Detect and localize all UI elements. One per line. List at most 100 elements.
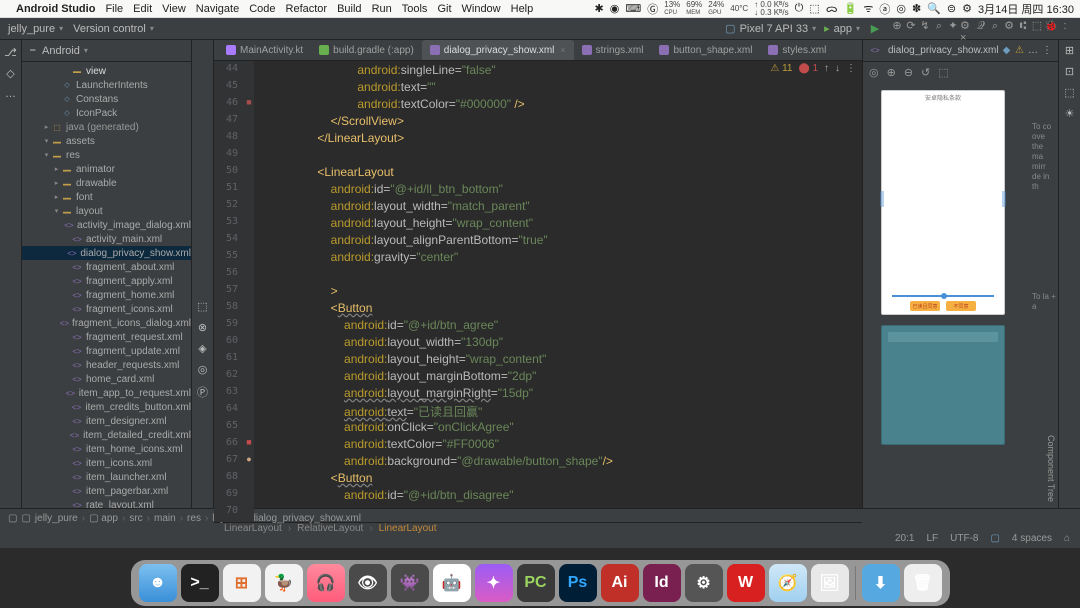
tree-item-java--generated-[interactable]: ▸java (generated) [22,120,191,134]
menu-help[interactable]: Help [511,3,534,15]
close-icon[interactable]: × [560,45,565,55]
tree-item-fragment-about-xml[interactable]: fragment_about.xml [22,260,191,274]
menu-build[interactable]: Build [337,3,361,15]
tree-item-item-launcher-xml[interactable]: item_launcher.xml [22,470,191,484]
gutter-icon[interactable]: ◇ [6,67,14,80]
tree-item-res[interactable]: ▾res [22,148,191,162]
tab-button-shape-xml[interactable]: button_shape.xml [651,40,760,60]
toolbar-icon[interactable]: ⌕ [932,20,946,34]
menubar-icon[interactable]: ⬚ [809,2,819,15]
sidebar-view-selector[interactable]: Android [42,45,88,57]
menu-file[interactable]: File [105,3,123,15]
tree-item-view[interactable]: view [22,64,191,78]
tree-item-item-detailed-credit-xml[interactable]: item_detailed_credit.xml [22,428,191,442]
menubar-icon[interactable]: ◎ [896,2,906,15]
tree-item-dialog-privacy-show-xml[interactable]: dialog_privacy_show.xml [22,246,191,260]
menu-code[interactable]: Code [249,3,275,15]
menubar-icon[interactable]: ᯤ [863,1,873,16]
dock-app[interactable]: 🖼 [811,564,849,602]
menubar-icon[interactable]: 🔋 [844,2,858,15]
dock-app[interactable]: 👁 [349,564,387,602]
gutter-icon[interactable]: ◎ [198,363,208,376]
toolbar-icon[interactable]: ✦ [946,19,960,33]
toolbar-icon[interactable]: ⑆ [1016,19,1030,33]
toolbar-icon[interactable]: ⊕ [890,19,904,33]
status-icon[interactable]: Ⓖ [647,1,658,17]
crumb-linearlayout[interactable]: LinearLayout [224,523,282,534]
dock-app[interactable]: ⊞ [223,564,261,602]
dock-app[interactable]: 👾 [391,564,429,602]
collapse-icon[interactable]: ⎯ [30,44,42,57]
toolbar-icon[interactable]: : [1058,19,1072,33]
menu-navigate[interactable]: Navigate [196,3,239,15]
menubar-icon[interactable]: 3月14日 周四 16:30 [978,1,1074,17]
gutter-icon[interactable]: ☀ [1065,107,1075,120]
tree-item-item-designer-xml[interactable]: item_designer.xml [22,414,191,428]
menu-window[interactable]: Window [462,3,501,15]
crumb-relativelayout[interactable]: RelativeLayout [297,523,363,534]
gutter-icon[interactable]: ⊞ [1065,44,1074,57]
menubar-icon[interactable]: ⊜ [947,2,956,15]
dock-app[interactable]: >_ [181,564,219,602]
breadcrumb-jelly-pure[interactable]: jelly_pure [35,513,78,524]
toolbar-icon[interactable]: ↯ [918,19,932,33]
menubar-icon[interactable]: ᯅ [826,1,838,16]
menu-edit[interactable]: Edit [133,3,152,15]
tree-item-fragment-request-xml[interactable]: fragment_request.xml [22,330,191,344]
gutter-icon[interactable]: ◈ [198,342,206,355]
tree-item-layout[interactable]: ▾layout [22,204,191,218]
tree-item-item-pagerbar-xml[interactable]: item_pagerbar.xml [22,484,191,498]
tree-item-header-requests-xml[interactable]: header_requests.xml [22,358,191,372]
toolbar-icon[interactable]: ⟳ [904,19,918,33]
layout-preview-device[interactable]: 安卓隐私条款 已读且同意 不同意 [881,90,1005,315]
tree-item-fragment-apply-xml[interactable]: fragment_apply.xml [22,274,191,288]
menu-view[interactable]: View [162,3,186,15]
tree-item-fragment-home-xml[interactable]: fragment_home.xml [22,288,191,302]
breadcrumb-src[interactable]: src [129,513,142,524]
gutter-icon[interactable]: ⎇ [4,46,17,59]
dock-app[interactable]: PC [517,564,555,602]
menubar-icon[interactable]: ⏻ [795,2,804,15]
menubar-icon[interactable]: ⚙ [962,2,972,15]
tree-item-item-app-to-request-xml[interactable]: item_app_to_request.xml [22,386,191,400]
component-tree-label[interactable]: Component Tree [1046,435,1056,502]
gutter-icon[interactable]: … [5,88,16,100]
gutter-icon[interactable]: ⬚ [1064,86,1074,99]
nav-icon[interactable]: ▢ [8,513,17,524]
preview-tool-icon[interactable]: ↺ [921,66,930,79]
dock-app[interactable]: 🦆 [265,564,303,602]
run-icon[interactable]: ▶ [868,22,882,36]
tree-item-assets[interactable]: ▾assets [22,134,191,148]
tree-item-iconpack[interactable]: IconPack [22,106,191,120]
tab-styles-xml[interactable]: styles.xml [760,40,834,60]
dock-app[interactable]: W [727,564,765,602]
dock-app[interactable]: Ps [559,564,597,602]
preview-tool-icon[interactable]: ⬚ [938,66,948,79]
menubar-icon[interactable]: ✽ [912,2,921,15]
menu-git[interactable]: Git [437,3,451,15]
tree-item-activity-main-xml[interactable]: activity_main.xml [22,232,191,246]
encoding[interactable]: UTF-8 [950,533,978,544]
line-sep[interactable]: LF [926,533,938,544]
tree-item-item-icons-xml[interactable]: item_icons.xml [22,456,191,470]
menubar-icon[interactable]: 🔍 [927,2,941,15]
blueprint-preview[interactable] [881,325,1005,445]
preview-tool-icon[interactable]: ⊕ [887,66,896,79]
tree-item-font[interactable]: ▸font [22,190,191,204]
cursor-position[interactable]: 20:1 [895,533,914,544]
warning-icon[interactable]: ⚠ [1015,45,1024,56]
toolbar-icon[interactable]: 🐞 [1044,19,1058,33]
gutter-icon[interactable]: Ⓟ [197,384,208,400]
breadcrumb-res[interactable]: res [187,513,201,524]
dock-app[interactable]: Ai [601,564,639,602]
preview-tool-icon[interactable]: ◎ [869,66,879,79]
menubar-icon[interactable]: ⓐ [879,1,890,17]
gutter-icon[interactable]: ⬚ [197,300,207,313]
tree-item-launcherintents[interactable]: LauncherIntents [22,78,191,92]
status-icon[interactable]: ⌨ [625,2,641,15]
crumb-linearlayout[interactable]: LinearLayout [379,523,437,534]
gutter-icon[interactable]: ⊡ [1065,65,1074,78]
dock-app[interactable]: Id [643,564,681,602]
tree-item-item-home-icons-xml[interactable]: item_home_icons.xml [22,442,191,456]
breadcrumb-app[interactable]: ▢ app [89,513,118,524]
